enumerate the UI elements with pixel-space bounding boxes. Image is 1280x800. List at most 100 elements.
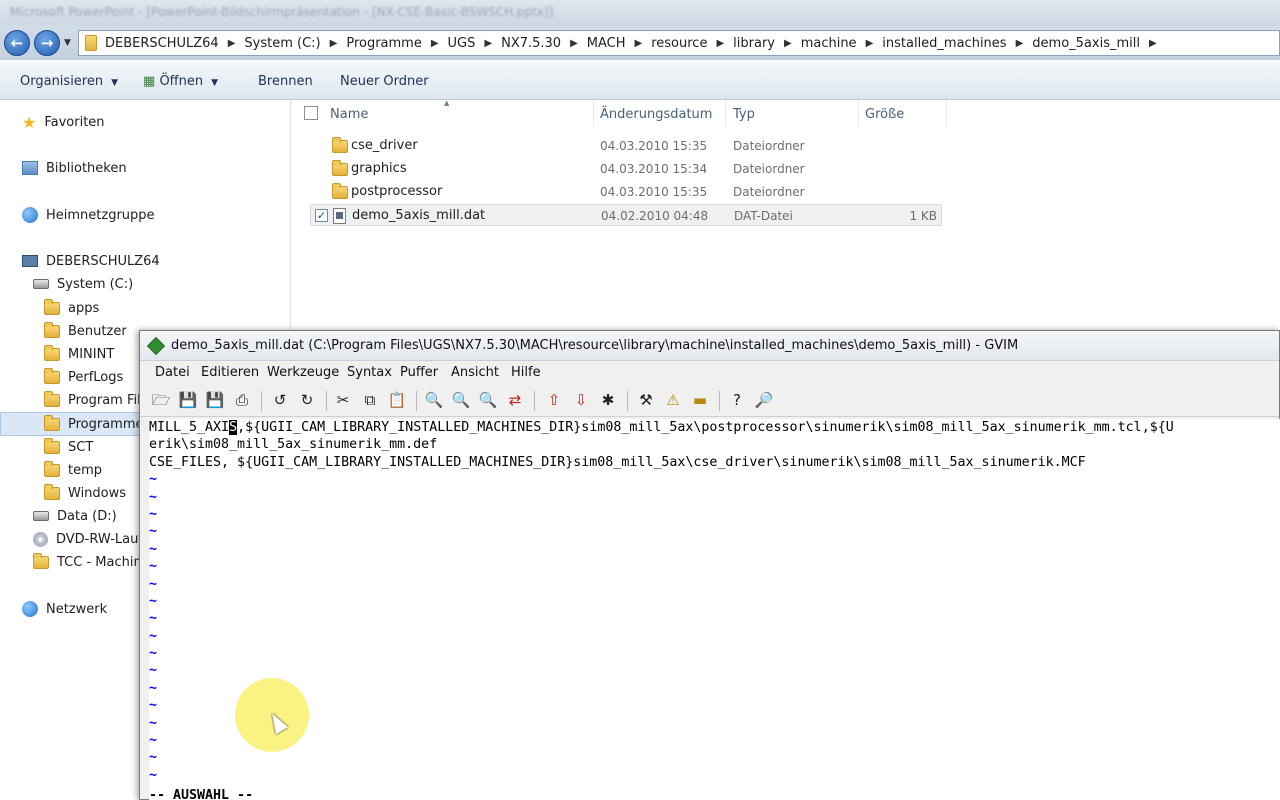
breadcrumb-machine[interactable]: machine	[801, 36, 857, 51]
column-divider[interactable]	[593, 100, 594, 126]
column-type-header[interactable]: Typ	[733, 107, 755, 122]
star-icon: ★	[22, 112, 37, 132]
nav-data-drive[interactable]: Data (D:)	[33, 505, 117, 527]
breadcrumb-mach[interactable]: MACH	[587, 36, 626, 51]
breadcrumb-installed-machines[interactable]: installed_machines	[882, 36, 1006, 51]
print-icon[interactable]: ⎙	[231, 389, 253, 411]
breadcrumb-computer[interactable]: DEBERSCHULZ64	[105, 36, 219, 51]
copy-icon[interactable]: ⧉	[359, 389, 381, 411]
load-session-icon[interactable]: ⇧	[543, 389, 565, 411]
menu-datei[interactable]: Datei	[155, 365, 190, 380]
breadcrumb-nx[interactable]: NX7.5.30	[501, 36, 561, 51]
find-next-icon[interactable]: 🔍	[450, 389, 472, 411]
chevron-right-icon[interactable]: ▶	[1016, 38, 1024, 49]
breadcrumb-demo-5axis-mill[interactable]: demo_5axis_mill	[1032, 36, 1140, 51]
nav-folder-windows[interactable]: Windows	[44, 482, 126, 504]
nav-folder-benutzer[interactable]: Benutzer	[44, 320, 127, 342]
paste-icon[interactable]: 📋	[386, 389, 408, 411]
row-checkbox[interactable]: ✓	[315, 209, 328, 222]
breadcrumb-ugs[interactable]: UGS	[448, 36, 476, 51]
nav-tcc[interactable]: TCC - Machine	[33, 551, 150, 573]
nav-folder-perflogs[interactable]: PerfLogs	[44, 366, 123, 388]
chevron-right-icon[interactable]: ▶	[228, 38, 236, 49]
file-row-graphics[interactable]: graphics 04.03.2010 15:34 Dateiordner	[310, 158, 942, 180]
empty-line-marker: ~	[149, 767, 158, 783]
open-icon: ▦	[143, 74, 156, 89]
open-file-icon[interactable]: 🗁	[150, 389, 172, 411]
redo-icon[interactable]: ↻	[296, 389, 318, 411]
burn-button[interactable]: Brennen	[258, 74, 313, 89]
chevron-right-icon[interactable]: ▶	[716, 38, 724, 49]
chevron-right-icon[interactable]: ▶	[784, 38, 792, 49]
menu-hilfe[interactable]: Hilfe	[511, 365, 541, 380]
help-icon[interactable]: ?	[726, 389, 748, 411]
open-button[interactable]: ▦ Öffnen ▼	[143, 74, 218, 89]
address-bar[interactable]: DEBERSCHULZ64 ▶ System (C:) ▶ Programme ▶ U…	[78, 30, 1280, 56]
chevron-right-icon[interactable]: ▶	[330, 38, 338, 49]
file-row-demo-dat[interactable]: ✓ demo_5axis_mill.dat 04.02.2010 04:48 D…	[310, 204, 942, 226]
nav-folder-programme[interactable]: Programme	[44, 413, 144, 435]
data-drive-icon	[33, 511, 49, 521]
file-row-cse-driver[interactable]: cse_driver 04.03.2010 15:35 Dateiordner	[310, 135, 942, 157]
find-icon[interactable]: 🔍	[423, 389, 445, 411]
cut-icon[interactable]: ✂	[332, 389, 354, 411]
menu-syntax[interactable]: Syntax	[347, 365, 392, 380]
folder-icon	[332, 137, 348, 153]
network-icon	[22, 601, 38, 617]
breadcrumb-programme[interactable]: Programme	[346, 36, 422, 51]
menu-puffer[interactable]: Puffer	[400, 365, 438, 380]
chevron-right-icon[interactable]: ▶	[1149, 38, 1157, 49]
nav-network[interactable]: Netzwerk	[22, 598, 107, 620]
folder-icon	[44, 390, 60, 407]
gvim-text-area[interactable]: MILL_5_AXIS,${UGII_CAM_LIBRARY_INSTALLED…	[149, 419, 1280, 800]
back-arrow-icon: ←	[10, 34, 24, 52]
menu-ansicht[interactable]: Ansicht	[451, 365, 499, 380]
save-all-icon[interactable]: 💾	[204, 389, 226, 411]
find-prev-icon[interactable]: 🔍	[477, 389, 499, 411]
replace-icon[interactable]: ⇄	[504, 389, 526, 411]
breadcrumb-system[interactable]: System (C:)	[244, 36, 320, 51]
undo-icon[interactable]: ↺	[269, 389, 291, 411]
organize-button[interactable]: Organisieren ▼	[20, 74, 118, 89]
nav-system-drive[interactable]: System (C:)	[33, 273, 133, 295]
build-tags-icon[interactable]: ⚠	[662, 389, 684, 411]
chevron-right-icon[interactable]: ▶	[635, 38, 643, 49]
search-help-icon[interactable]: 🔎	[753, 389, 775, 411]
system-drive-icon	[33, 279, 49, 289]
toolbar-separator	[627, 391, 628, 411]
save-session-icon[interactable]: ⇩	[570, 389, 592, 411]
nav-folder-minint[interactable]: MININT	[44, 343, 114, 365]
nav-homegroup[interactable]: Heimnetzgruppe	[22, 204, 155, 226]
nav-favorites[interactable]: ★ Favoriten	[22, 111, 105, 133]
back-button[interactable]: ←	[4, 30, 30, 56]
file-row-postprocessor[interactable]: postprocessor 04.03.2010 15:35 Dateiordn…	[310, 181, 942, 203]
breadcrumb-library[interactable]: library	[733, 36, 775, 51]
history-dropdown-icon[interactable]: ▼	[64, 38, 74, 48]
save-icon[interactable]: 💾	[177, 389, 199, 411]
chevron-right-icon[interactable]: ▶	[570, 38, 578, 49]
make-icon[interactable]: ⚒	[635, 389, 657, 411]
chevron-right-icon[interactable]: ▶	[431, 38, 439, 49]
nav-computer[interactable]: DEBERSCHULZ64	[22, 250, 160, 272]
menu-werkzeuge[interactable]: Werkzeuge	[267, 365, 339, 380]
nav-folder-temp[interactable]: temp	[44, 459, 102, 481]
column-divider[interactable]	[858, 100, 859, 126]
chevron-right-icon[interactable]: ▶	[866, 38, 874, 49]
jump-tag-icon[interactable]: ▬	[689, 389, 711, 411]
nav-libraries[interactable]: Bibliotheken	[22, 157, 127, 179]
nav-folder-sct[interactable]: SCT	[44, 436, 93, 458]
run-script-icon[interactable]: ✱	[597, 389, 619, 411]
column-divider[interactable]	[725, 100, 726, 126]
nav-folder-apps[interactable]: apps	[44, 297, 99, 319]
forward-button[interactable]: →	[34, 30, 60, 56]
chevron-right-icon[interactable]: ▶	[484, 38, 492, 49]
column-date-header[interactable]: Änderungsdatum	[600, 107, 712, 122]
gvim-titlebar[interactable]: demo_5axis_mill.dat (C:\Program Files\UG…	[140, 331, 1279, 361]
column-name-header[interactable]: Name	[330, 107, 368, 122]
breadcrumb-resource[interactable]: resource	[651, 36, 707, 51]
file-type: Dateiordner	[733, 139, 805, 153]
column-size-header[interactable]: Größe	[865, 107, 904, 122]
column-divider[interactable]	[946, 100, 947, 126]
menu-editieren[interactable]: Editieren	[201, 365, 259, 380]
new-folder-button[interactable]: Neuer Ordner	[340, 74, 429, 89]
